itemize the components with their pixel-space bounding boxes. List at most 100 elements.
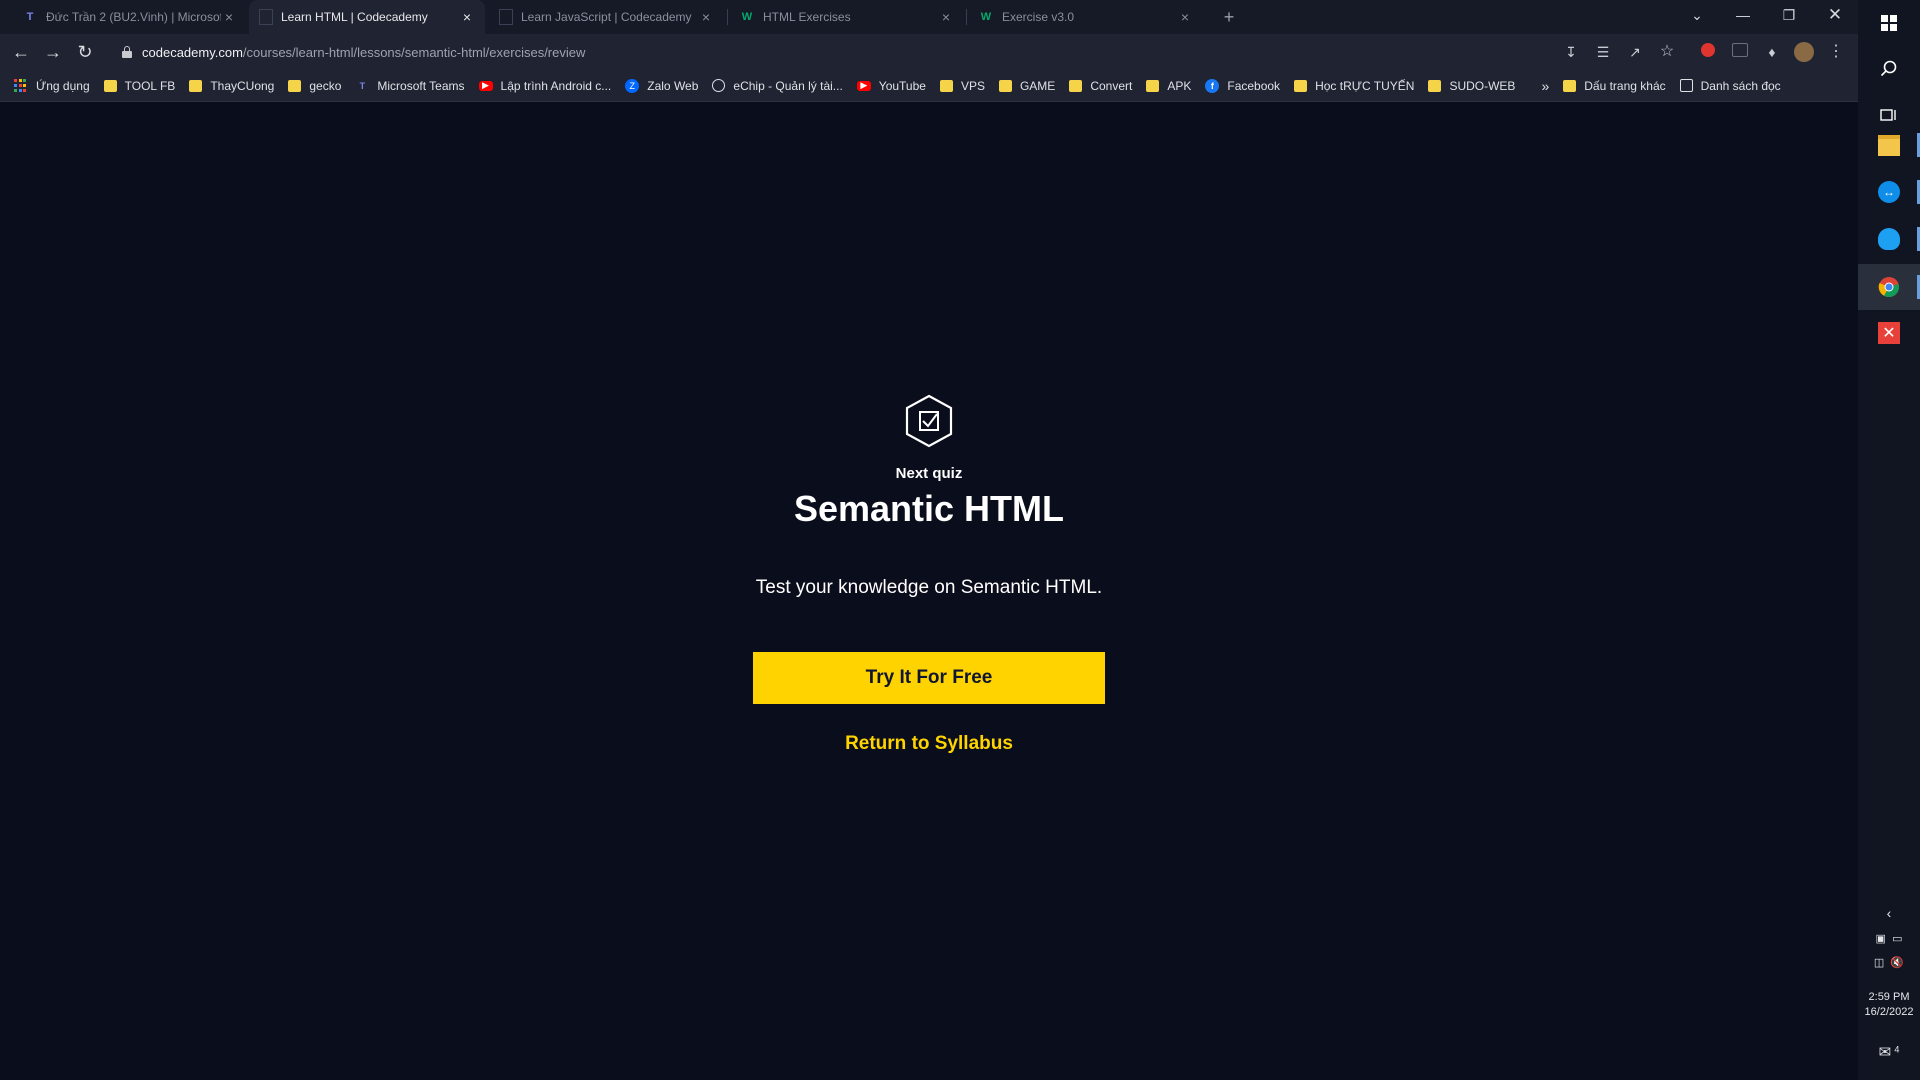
bookmark-tool-fb[interactable]: TOOL FB <box>103 78 176 93</box>
network-icon[interactable]: ◫ <box>1874 957 1884 969</box>
globe-icon <box>712 79 726 92</box>
bookmark-star-icon[interactable]: ☆ <box>1657 42 1677 62</box>
extension-dark-icon[interactable] <box>1730 42 1750 62</box>
bookmark-vps[interactable]: VPS <box>939 79 985 93</box>
new-tab-button[interactable]: + <box>1217 5 1241 29</box>
bookmark-label: Microsoft Teams <box>377 78 465 93</box>
share-icon[interactable]: ↗ <box>1625 42 1645 62</box>
tab-close-icon[interactable]: × <box>698 9 714 25</box>
meet-now-icon[interactable]: ▣ <box>1876 933 1886 945</box>
volume-muted-icon[interactable]: 🔇 <box>1890 957 1904 969</box>
reload-button[interactable]: ↻ <box>72 39 98 65</box>
teams-icon: T <box>359 80 366 91</box>
action-center-button[interactable]: ✉ 4 <box>1858 1043 1920 1061</box>
bookmark-facebook[interactable]: f Facebook <box>1205 78 1280 93</box>
restore-button[interactable]: ❐ <box>1766 0 1812 30</box>
bookmark-apk[interactable]: APK <box>1146 79 1191 93</box>
tab-learn-javascript[interactable]: Learn JavaScript | Codecademy × <box>489 0 724 34</box>
teams-icon: T <box>26 11 34 23</box>
taskbar-file-explorer[interactable] <box>1858 122 1920 168</box>
bookmark-convert[interactable]: Convert <box>1069 79 1132 93</box>
forward-button[interactable]: → <box>40 39 66 65</box>
extensions-puzzle-icon[interactable]: ♦ <box>1762 42 1782 62</box>
minimize-button[interactable]: — <box>1720 0 1766 30</box>
menu-kebab-icon[interactable]: ⋮ <box>1826 42 1846 62</box>
battery-icon[interactable]: ▭ <box>1892 933 1902 945</box>
install-app-icon[interactable]: ↧ <box>1561 42 1581 62</box>
browser-chrome: T Đức Trần 2 (BU2.Vinh) | Microsof × Lea… <box>0 0 1858 102</box>
codecademy-icon <box>499 9 513 25</box>
taskbar-app-blue[interactable] <box>1858 216 1920 262</box>
return-to-syllabus-link[interactable]: Return to Syllabus <box>845 733 1013 754</box>
back-button[interactable]: ← <box>8 39 34 65</box>
reading-list-button[interactable]: Danh sách đọc <box>1679 78 1781 93</box>
url-host: codecademy.com <box>142 44 243 60</box>
taskbar-chrome[interactable] <box>1858 264 1920 310</box>
tab-close-icon[interactable]: × <box>1177 9 1193 25</box>
tab-search-chevron-icon[interactable]: ⌄ <box>1674 0 1720 30</box>
close-window-button[interactable]: ✕ <box>1812 0 1858 30</box>
bookmark-label: Convert <box>1090 78 1133 93</box>
bookmark-overflow-button[interactable]: » <box>1541 78 1549 94</box>
bookmark-hoc-truc-tuyen[interactable]: Học tRỰC TUYẾN <box>1294 79 1414 93</box>
bookmark-apps[interactable]: Ứng dụng <box>14 78 90 93</box>
folder-icon <box>1428 79 1442 92</box>
tab-close-icon[interactable]: × <box>221 9 237 25</box>
bookmark-microsoft-teams[interactable]: T Microsoft Teams <box>355 78 465 93</box>
search-icon <box>1880 60 1897 77</box>
windows-taskbar: ↔ ✕ ‹ ▣ ▭ ◫ 🔇 2:59 PM 16/2/2022 ✉ 4 <box>1858 0 1920 1080</box>
bookmark-game[interactable]: GAME <box>998 79 1055 93</box>
bookmark-sudo-web[interactable]: SUDO-WEB <box>1428 79 1515 93</box>
tab-strip: T Đức Trần 2 (BU2.Vinh) | Microsof × Lea… <box>0 0 1858 34</box>
search-button[interactable] <box>1858 46 1920 92</box>
tab-close-icon[interactable]: × <box>459 9 475 25</box>
start-button[interactable] <box>1858 0 1920 46</box>
bookmark-label: Lập trình Android c... <box>500 78 612 93</box>
tray-icons-row-1: ▣ ▭ <box>1858 932 1920 945</box>
taskbar-teamviewer[interactable]: ↔ <box>1858 169 1920 215</box>
notification-count: 4 <box>1894 1044 1900 1055</box>
quiz-hexagon-icon <box>905 394 953 448</box>
bookmark-zalo-web[interactable]: Z Zalo Web <box>625 78 698 93</box>
tab-teams[interactable]: T Đức Trần 2 (BU2.Vinh) | Microsof × <box>12 0 247 34</box>
tab-separator <box>966 9 967 25</box>
bookmark-label: TOOL FB <box>124 78 176 93</box>
try-it-for-free-button[interactable]: Try It For Free <box>753 652 1105 704</box>
bookmarks-bar: Ứng dụng TOOL FB ThayCUong gecko T Micros… <box>0 70 1858 102</box>
w3schools-icon: W <box>980 11 992 23</box>
reading-list-label: Danh sách đọc <box>1700 78 1781 93</box>
bookmark-label: gecko <box>309 78 342 93</box>
taskbar-app-red[interactable]: ✕ <box>1858 310 1920 356</box>
xmind-icon: ✕ <box>1878 322 1900 344</box>
tab-separator <box>727 9 728 25</box>
quiz-description: Test your knowledge on Semantic HTML. <box>755 577 1103 598</box>
tab-exercise[interactable]: W Exercise v3.0 × <box>968 0 1203 34</box>
windows-logo-icon <box>1881 15 1897 31</box>
bookmark-thaycuong[interactable]: ThayCUong <box>189 79 274 93</box>
clock-time: 2:59 PM <box>1868 991 1910 1003</box>
folder-icon <box>1069 79 1083 92</box>
clock-date: 16/2/2022 <box>1864 1006 1914 1018</box>
tray-chevron-icon[interactable]: ‹ <box>1858 905 1920 921</box>
avatar[interactable] <box>1794 42 1814 62</box>
tab-close-icon[interactable]: × <box>938 9 954 25</box>
bookmark-lap-trinh-android[interactable]: ▶ Lập trình Android c... <box>478 78 612 93</box>
clock[interactable]: 2:59 PM 16/2/2022 <box>1858 991 1920 1018</box>
bookmark-other-folder[interactable]: Dấu trang khác <box>1563 79 1666 93</box>
tab-title: HTML Exercises <box>763 10 851 24</box>
folder-icon <box>1294 79 1308 92</box>
page-content: Next quiz Semantic HTML Test your knowle… <box>0 102 1858 1080</box>
bookmark-youtube[interactable]: ▶ YouTube <box>856 79 926 93</box>
address-bar[interactable]: codecademy.com /courses/learn-html/lesso… <box>108 38 1558 66</box>
codecademy-icon <box>259 9 273 25</box>
w3schools-icon: W <box>741 11 753 23</box>
tab-html-exercises[interactable]: W HTML Exercises × <box>729 0 964 34</box>
extension-red-icon[interactable] <box>1698 42 1718 62</box>
tab-learn-html[interactable]: Learn HTML | Codecademy × <box>249 0 485 34</box>
bookmark-gecko[interactable]: gecko <box>288 79 341 93</box>
translate-icon[interactable]: ☰ <box>1593 42 1613 62</box>
facebook-icon: f <box>1205 78 1220 93</box>
task-view-icon <box>1880 109 1896 121</box>
tray-icons-row-2: ◫ 🔇 <box>1858 956 1920 969</box>
bookmark-echip[interactable]: eChip - Quản lý tài... <box>712 79 843 93</box>
